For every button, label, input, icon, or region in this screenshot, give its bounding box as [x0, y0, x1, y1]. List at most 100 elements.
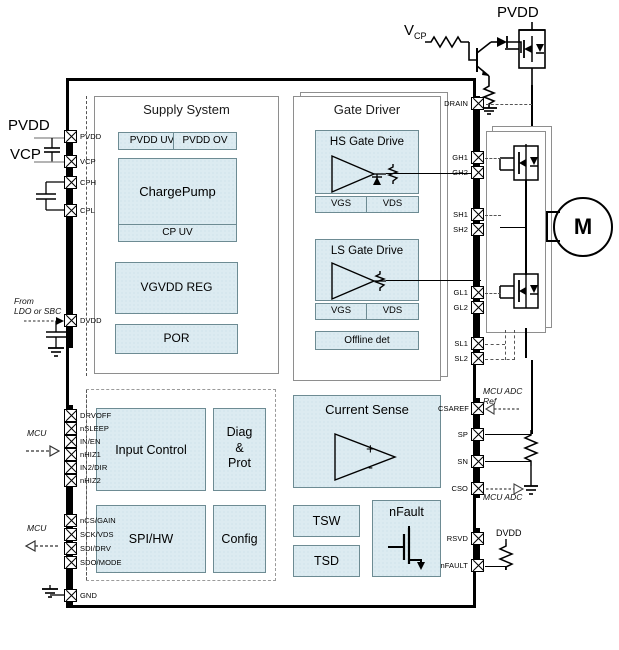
sh-tap-wire: [485, 215, 501, 216]
pin-nHIZ2-label: nHIZ2: [80, 476, 101, 485]
ls-gate-out-wire: [386, 280, 481, 282]
pin-CPH[interactable]: [64, 176, 77, 189]
offline-det-block: Offline det: [315, 331, 419, 350]
pin-SH1[interactable]: [471, 208, 484, 221]
block-diagram-canvas: PVDD VCP Supply System PVDD UV PVDD OV C…: [0, 0, 619, 650]
motor-wire-left: [546, 211, 548, 242]
pin-DVDD[interactable]: [64, 314, 77, 327]
pin-SCK-VDS[interactable]: [64, 528, 77, 541]
nfault-transistor-symbol: [388, 526, 425, 570]
pin-SL2-label: SL2: [454, 354, 468, 363]
pin-GH2-label: GH2: [452, 168, 468, 177]
pin-GH1[interactable]: [471, 151, 484, 164]
pin-SDI-DRV-label: SDI/DRV: [80, 544, 111, 553]
high-side-mosfet-symbol: [499, 144, 539, 181]
mcu-adc-label: MCU ADC: [483, 492, 523, 502]
pin-SDO-MODE[interactable]: [64, 556, 77, 569]
pin-IN-EN[interactable]: [64, 435, 77, 448]
input-control-block: Input Control: [96, 408, 206, 491]
cp-uv-block: CP UV: [118, 224, 237, 242]
pin-IN2-DIR[interactable]: [64, 461, 77, 474]
pin-GL1-label: GL1: [453, 288, 468, 297]
amp-plus-label: +: [366, 441, 375, 458]
pin-PVDD-label: PVDD: [80, 132, 102, 141]
pin-VCP[interactable]: [64, 155, 77, 168]
pin-nSLEEP[interactable]: [64, 422, 77, 435]
vcp-top-label: VCP: [404, 22, 427, 41]
nfault-label: nFault: [389, 505, 424, 519]
hs-vgs-block: VGS: [315, 196, 367, 213]
current-sense-label: Current Sense: [325, 402, 409, 417]
pin-CPL[interactable]: [64, 204, 77, 217]
pin-RSVD-label: RSVD: [446, 534, 468, 543]
sl2-tap-wire: [485, 359, 515, 360]
pin-IN-EN-label: IN/EN: [80, 437, 101, 446]
sl2-tap-wire-v: [514, 330, 515, 360]
vcp-top-label-text: V: [404, 22, 415, 39]
pvdd-ov-block: PVDD OV: [173, 132, 237, 150]
pin-nFAULT[interactable]: [471, 559, 484, 572]
motor-wire-bottom: [546, 240, 560, 242]
pin-PVDD[interactable]: [64, 130, 77, 143]
pin-GH1-label: GH1: [452, 153, 468, 162]
pin-GND[interactable]: [64, 589, 77, 602]
pin-SL1-label: SL1: [454, 339, 468, 348]
pin-DRVOFF[interactable]: [64, 409, 77, 422]
por-block: POR: [115, 324, 238, 354]
pin-nHIZ2[interactable]: [64, 474, 77, 487]
pin-GH2[interactable]: [471, 166, 484, 179]
shunt-top-rail: [531, 360, 533, 434]
pin-RSVD[interactable]: [471, 532, 484, 545]
pin-VCP-label: VCP: [80, 157, 96, 166]
vgvdd-reg-block: VGVDD REG: [115, 262, 238, 314]
motor-symbol: M: [553, 197, 613, 257]
pin-SH1-label: SH1: [453, 210, 468, 219]
pin-nCS-GAIN[interactable]: [64, 514, 77, 527]
charge-pump-block: ChargePump: [118, 158, 237, 226]
control-pin-internal-bus: [86, 390, 87, 580]
pin-CSAREF-label: CSAREF: [437, 404, 469, 413]
mcu-output-arrow: [24, 539, 59, 553]
sl1-tap-wire: [485, 344, 505, 345]
diag-prot-line3: Prot: [228, 456, 251, 471]
nfault-pullup-wire: [485, 566, 507, 568]
pin-IN2-DIR-label: IN2/DIR: [80, 463, 108, 472]
pin-SL1[interactable]: [471, 337, 484, 350]
pin-GL2[interactable]: [471, 301, 484, 314]
tsd-block: TSD: [293, 545, 360, 577]
pin-SH2[interactable]: [471, 223, 484, 236]
ls-gate-drive-label: LS Gate Drive: [330, 245, 404, 257]
pin-DRAIN[interactable]: [471, 97, 484, 110]
pin-DRVOFF-label: DRVOFF: [80, 411, 112, 420]
pin-SP[interactable]: [471, 428, 484, 441]
pin-CSO-label: CSO: [451, 484, 468, 493]
pvdd-mosfet-symbol: [505, 22, 546, 86]
bridge-mid-tap-wire: [500, 227, 526, 229]
pvdd-top-label: PVDD: [497, 4, 539, 21]
pin-SP-label: SP: [457, 430, 468, 439]
diag-prot-block: Diag & Prot: [213, 408, 266, 491]
config-block: Config: [213, 505, 266, 573]
pin-GL1[interactable]: [471, 286, 484, 299]
pin-DRAIN-label: DRAIN: [444, 99, 468, 108]
diag-prot-line1: Diag: [226, 425, 253, 439]
pin-nSLEEP-label: nSLEEP: [80, 424, 109, 433]
nfault-pullup-wire-v: [505, 566, 507, 570]
hs-vds-block: VDS: [366, 196, 419, 213]
sl-tap-wire-v: [505, 330, 506, 360]
mcu-input-arrow: [26, 444, 61, 458]
pin-SDI-DRV[interactable]: [64, 542, 77, 555]
pin-SN[interactable]: [471, 455, 484, 468]
pin-CPL-label: CPL: [80, 206, 95, 215]
pin-nFAULT-label: nFAULT: [440, 561, 468, 570]
pin-DVDD-label: DVDD: [80, 316, 102, 325]
supply-pin-internal-bus: [86, 96, 87, 376]
pin-CPH-label: CPH: [80, 178, 97, 187]
motor-wire-top: [546, 211, 560, 213]
nfault-pullup-resistor: [498, 539, 514, 570]
pin-nHIZ1[interactable]: [64, 448, 77, 461]
pin-GL2-label: GL2: [453, 303, 468, 312]
csaref-arrow: [484, 403, 520, 415]
pin-SL2[interactable]: [471, 352, 484, 365]
tsw-block: TSW: [293, 505, 360, 537]
